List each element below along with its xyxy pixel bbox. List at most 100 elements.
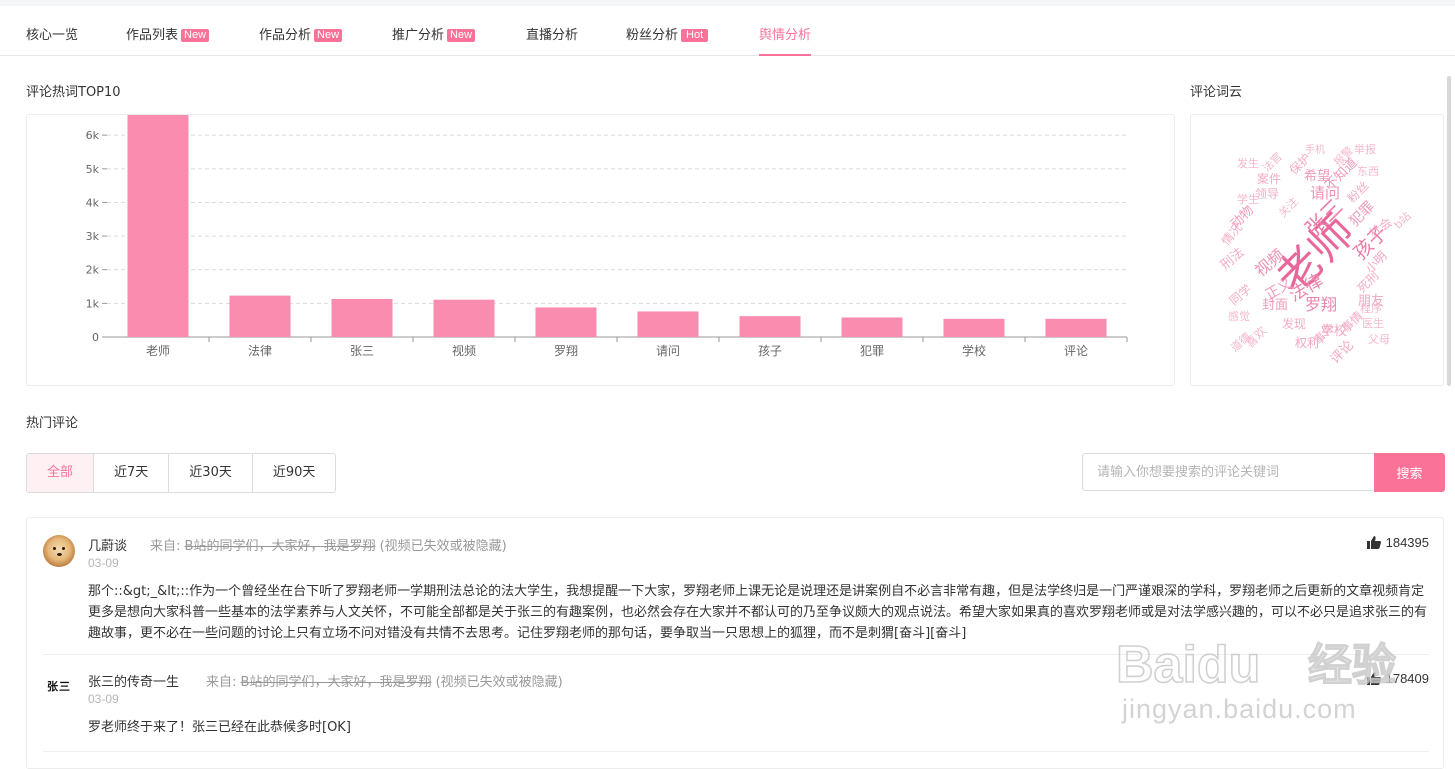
avatar[interactable]: 张三 [43,671,75,703]
source-video-title[interactable]: B站的同学们，大家好，我是罗翔 [241,675,432,690]
comment-date: 03-09 [88,692,119,706]
comment-item: 张三 张三的传奇一生 来自: B站的同学们，大家好，我是罗翔 (视频已失效或被隐… [43,671,1429,741]
word-cloud-word: 封面 [1262,298,1288,313]
hot-words-chart-panel: 0 1k 2k 3k 4k 5k 6k 老师 法律 张三 视频 罗翔 请问 孩子 犯罪 学校 评论 [26,114,1175,386]
tab-fans-analysis[interactable]: 粉丝分析 Hot [626,6,709,55]
comment-text: 罗老师终于来了！张三已经在此恭候多时[OK] [88,720,351,735]
filter-all[interactable]: 全部 [27,454,95,492]
bar [229,295,291,337]
x-tick-label: 张三 [350,344,374,358]
bar [1045,318,1107,337]
filter-90-days[interactable]: 近90天 [253,454,336,492]
source-note: (视频已失效或被隐藏) [379,539,507,554]
tab-label: 推广分析 [392,28,445,43]
avatar[interactable] [43,535,75,567]
y-tick-label: 6k [86,129,100,142]
new-badge: New [447,29,476,42]
word-cloud-word: 程序 [1360,301,1382,315]
comment-divider [43,751,1429,752]
word-cloud-word: 发现 [1282,316,1306,331]
from-label: 来自: [206,675,237,690]
y-tick-label: 5k [86,163,100,176]
tab-promotion-analysis[interactable]: 推广分析 New [392,6,476,55]
comment-search-input[interactable] [1082,453,1374,491]
source-note: (视频已失效或被隐藏) [435,675,563,690]
word-cloud-word: 感觉 [1228,310,1250,323]
thumbs-up-icon [1366,672,1381,685]
comment-list: 几蔚谈 来自: B站的同学们，大家好，我是罗翔 (视频已失效或被隐藏) 03-0… [26,517,1444,769]
from-label: 来自: [150,539,181,554]
word-cloud-title: 评论词云 [1190,85,1243,100]
hot-words-bar-chart: 0 1k 2k 3k 4k 5k 6k 老师 法律 张三 视频 罗翔 请问 孩子 犯罪 学校 评论 [86,115,1128,358]
tab-label: 直播分析 [526,28,579,43]
tab-label: 作品列表 [126,28,179,43]
filter-30-days[interactable]: 近30天 [169,454,253,492]
word-cloud-panel: 老师 张三 孩子 法律 视频 罗翔 正义 请问 犯罪 学校 评论 朋友 小明 社会 粉丝 b站 希望 不知道 保护案… [1190,114,1444,386]
bar [739,316,801,337]
word-cloud-word: 举报 [1354,142,1376,156]
comment-source: 来自: B站的同学们，大家好，我是罗翔 (视频已失效或被隐藏) [150,535,507,554]
x-tick-label: 孩子 [758,344,782,358]
word-cloud-word: b站 [1391,209,1414,232]
filter-7-days[interactable]: 近7天 [94,454,170,492]
tab-works-analysis[interactable]: 作品分析 New [259,6,343,55]
word-cloud-word: 学生 [1237,192,1259,206]
comment-source: 来自: B站的同学们，大家好，我是罗翔 (视频已失效或被隐藏) [206,671,563,690]
tab-label: 粉丝分析 [626,28,679,43]
x-tick-label: 请问 [656,344,680,358]
word-cloud-word: 父母 [1368,333,1390,346]
x-tick-label: 犯罪 [860,344,884,358]
hot-badge: Hot [681,29,709,42]
bar [331,298,393,337]
bar [841,317,903,337]
tab-label: 舆情分析 [759,28,812,43]
thumbs-up-icon [1366,536,1381,549]
comment-item: 几蔚谈 来自: B站的同学们，大家好，我是罗翔 (视频已失效或被隐藏) 03-0… [43,535,1429,653]
y-tick-label: 1k [86,297,100,310]
word-cloud-word: 同学 [1226,281,1254,308]
page-scrollbar[interactable] [1447,76,1451,386]
tab-overview[interactable]: 核心一览 [26,6,78,55]
y-tick-label: 4k [86,196,100,209]
word-cloud-word: 东西 [1357,165,1379,178]
avatar-nose [57,553,62,556]
bar [637,311,699,337]
source-video-title[interactable]: B站的同学们，大家好，我是罗翔 [185,539,376,554]
avatar-eye [62,547,65,550]
comment-likes: 178409 [1366,671,1429,686]
x-tick-label: 学校 [962,343,986,358]
new-badge: New [314,29,343,42]
search-button[interactable]: 搜索 [1374,453,1445,492]
tab-sentiment-analysis[interactable]: 舆情分析 [759,6,812,56]
y-tick-label: 0 [92,331,99,344]
word-cloud-word: 医生 [1362,316,1384,330]
comment-text: 那个::&gt;_&lt;::作为一个曾经坐在台下听了罗翔老师一学期刑法总论的法… [88,584,1428,641]
word-cloud-word: 评论 [1328,338,1357,367]
likes-count: 184395 [1385,535,1429,550]
x-tick-label: 视频 [452,343,476,358]
x-tick-label: 老师 [146,344,170,358]
bar [535,307,597,337]
hot-words-title: 评论热词TOP10 [26,85,121,100]
hot-comments-title: 热门评论 [26,416,79,431]
word-cloud-word: 发生 [1237,156,1259,170]
word-cloud-word: 罗翔 [1305,295,1337,314]
bar [127,115,189,337]
x-tick-label: 评论 [1064,344,1088,358]
word-cloud-word: 刑法 [1218,245,1248,273]
comment-likes: 184395 [1366,535,1429,550]
comment-divider [43,654,1429,655]
bar [433,299,495,337]
tab-live-analysis[interactable]: 直播分析 [526,6,578,55]
analysis-tabs: 核心一览 作品列表 New 作品分析 New 推广分析 New 直播分析 粉丝分析 Ho… [0,6,1455,56]
new-badge: New [181,29,210,42]
comment-username[interactable]: 张三的传奇一生 [88,671,179,690]
word-cloud: 老师张三孩子法律视频罗翔正义请问犯罪学校评论朋友小明社会粉丝b站希望不知道保护案… [1218,142,1414,367]
comment-username[interactable]: 几蔚谈 [88,535,127,554]
tab-works-list[interactable]: 作品列表 New [126,6,210,55]
comment-date: 03-09 [88,556,119,570]
word-cloud-word: 死刑 [1355,269,1382,296]
bar [943,318,1005,337]
tab-label: 核心一览 [26,28,79,43]
time-filter-group: 全部 近7天 近30天 近90天 [26,453,337,493]
